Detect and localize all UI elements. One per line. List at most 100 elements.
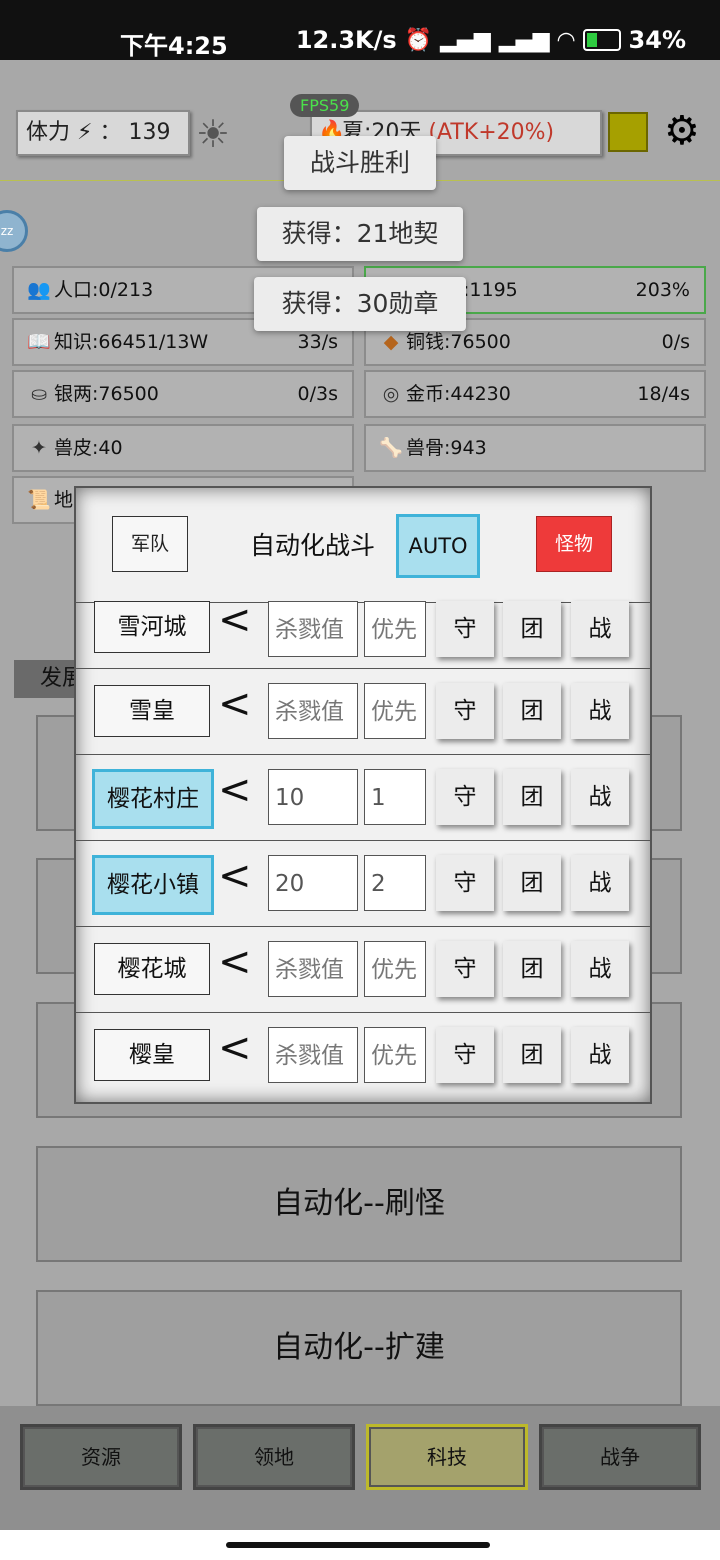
fps-counter: FPS59 bbox=[290, 94, 360, 117]
city-button[interactable]: 樱花城 bbox=[94, 943, 210, 995]
battery-percent: 34% bbox=[628, 26, 686, 54]
defend-button[interactable]: 守 bbox=[436, 855, 494, 911]
fight-button[interactable]: 战 bbox=[571, 683, 629, 739]
sleep-bubble[interactable]: zz bbox=[0, 210, 28, 252]
group-button[interactable]: 团 bbox=[503, 1027, 561, 1083]
gear-icon[interactable]: ⚙ bbox=[664, 108, 700, 154]
city-button[interactable]: 雪河城 bbox=[94, 601, 210, 653]
battery-icon bbox=[582, 29, 621, 51]
priority-input[interactable]: 优先 bbox=[364, 941, 426, 997]
auto-button[interactable]: AUTO bbox=[396, 514, 480, 578]
lightning-icon: ⚡ bbox=[77, 120, 93, 145]
monster-button[interactable]: 怪物 bbox=[536, 516, 612, 572]
chevron-left-icon[interactable]: < bbox=[218, 1025, 252, 1071]
home-indicator[interactable] bbox=[226, 1542, 490, 1548]
stamina-box: 体力 ⚡ ： 139 bbox=[16, 110, 190, 156]
auto-battle-dialog: 军队 自动化战斗 AUTO 怪物 雪河城 < 杀戮值 优先 守 团 战 雪皇 <… bbox=[74, 486, 652, 1104]
nav-war[interactable]: 战争 bbox=[539, 1424, 701, 1490]
nav-tech[interactable]: 科技 bbox=[366, 1424, 528, 1490]
resource-rate: 0/3s bbox=[297, 383, 338, 405]
status-time: 下午4:25 bbox=[120, 32, 228, 60]
kill-value-input[interactable]: 杀戮值 bbox=[268, 941, 358, 997]
city-button[interactable]: 樱花小镇 bbox=[92, 855, 214, 915]
resource-gold: ◎ 金币:44230 18/4s bbox=[364, 370, 706, 418]
group-button[interactable]: 团 bbox=[503, 683, 561, 739]
stamina-value: 139 bbox=[128, 120, 171, 145]
city-button[interactable]: 雪皇 bbox=[94, 685, 210, 737]
people-icon: 👥 bbox=[27, 279, 51, 301]
scroll-icon: 📜 bbox=[27, 489, 51, 511]
group-button[interactable]: 团 bbox=[503, 941, 561, 997]
status-right: 12.3K/s ⏰ ▂▄▆ ▂▄▆ ◠ 34% bbox=[296, 26, 686, 54]
pelt-icon: ✦ bbox=[31, 437, 47, 459]
group-button[interactable]: 团 bbox=[503, 601, 561, 657]
net-speed: 12.3K/s bbox=[295, 26, 397, 54]
dialog-header: 军队 自动化战斗 AUTO 怪物 bbox=[76, 488, 650, 600]
nav-resources[interactable]: 资源 bbox=[20, 1424, 182, 1490]
kill-value-input[interactable]: 杀戮值 bbox=[268, 601, 358, 657]
city-row: 樱皇 < 杀戮值 优先 守 团 战 bbox=[76, 1012, 650, 1099]
gift-icon[interactable] bbox=[608, 112, 648, 152]
army-button[interactable]: 军队 bbox=[112, 516, 188, 572]
chevron-left-icon[interactable]: < bbox=[218, 767, 252, 813]
fight-button[interactable]: 战 bbox=[571, 769, 629, 825]
resource-silver: ⛀ 银两:76500 0/3s bbox=[12, 370, 354, 418]
signal-icon: ▂▄▆ bbox=[440, 27, 491, 53]
city-row: 雪河城 < 杀戮值 优先 守 团 战 bbox=[76, 597, 650, 669]
toast-reward-deed: 获得：21地契 bbox=[257, 207, 463, 261]
nav-territory[interactable]: 领地 bbox=[193, 1424, 355, 1490]
alarm-icon: ⏰ bbox=[404, 27, 433, 53]
defend-button[interactable]: 守 bbox=[436, 683, 494, 739]
city-row: 樱花城 < 杀戮值 优先 守 团 战 bbox=[76, 926, 650, 1013]
priority-input[interactable]: 1 bbox=[364, 769, 426, 825]
kill-value-input[interactable]: 杀戮值 bbox=[268, 683, 358, 739]
kill-value-input[interactable]: 杀戮值 bbox=[268, 1027, 358, 1083]
card-auto-expand[interactable]: 自动化--扩建 bbox=[36, 1290, 682, 1406]
defend-button[interactable]: 守 bbox=[436, 769, 494, 825]
priority-input[interactable]: 优先 bbox=[364, 1027, 426, 1083]
resource-label: 铜钱:76500 bbox=[406, 331, 511, 353]
priority-input[interactable]: 2 bbox=[364, 855, 426, 911]
toast-victory: 战斗胜利 bbox=[284, 136, 436, 190]
city-button[interactable]: 樱花村庄 bbox=[92, 769, 214, 829]
bottom-nav: 资源 领地 科技 战争 bbox=[0, 1406, 720, 1530]
priority-input[interactable]: 优先 bbox=[364, 601, 426, 657]
chevron-left-icon[interactable]: < bbox=[218, 853, 252, 899]
defend-button[interactable]: 守 bbox=[436, 1027, 494, 1083]
resource-label: 人口:0/213 bbox=[54, 279, 154, 301]
resource-bone: 🦴 兽骨:943 bbox=[364, 424, 706, 472]
book-icon: 📖 bbox=[27, 331, 51, 353]
kill-value-input[interactable]: 10 bbox=[268, 769, 358, 825]
group-button[interactable]: 团 bbox=[503, 855, 561, 911]
fight-button[interactable]: 战 bbox=[571, 601, 629, 657]
dialog-title: 自动化战斗 bbox=[250, 531, 376, 560]
resource-label: 兽皮:40 bbox=[54, 437, 123, 459]
city-row: 樱花小镇 < 20 2 守 团 战 bbox=[76, 840, 650, 927]
chevron-left-icon[interactable]: < bbox=[218, 597, 252, 643]
priority-input[interactable]: 优先 bbox=[364, 683, 426, 739]
city-row: 樱花村庄 < 10 1 守 团 战 bbox=[76, 754, 650, 841]
card-auto-farm[interactable]: 自动化--刷怪 bbox=[36, 1146, 682, 1262]
defend-button[interactable]: 守 bbox=[436, 601, 494, 657]
gold-icon: ◎ bbox=[382, 383, 400, 405]
resource-label: 兽骨:943 bbox=[406, 437, 487, 459]
chevron-left-icon[interactable]: < bbox=[218, 681, 252, 727]
fight-button[interactable]: 战 bbox=[571, 1027, 629, 1083]
ingot-icon: ⛀ bbox=[31, 383, 47, 405]
city-button[interactable]: 樱皇 bbox=[94, 1029, 210, 1081]
chevron-left-icon[interactable]: < bbox=[218, 939, 252, 985]
stamina-sep: ： bbox=[99, 120, 122, 145]
status-bar: 下午4:25 12.3K/s ⏰ ▂▄▆ ▂▄▆ ◠ 34% bbox=[0, 0, 720, 60]
resource-label: 知识:66451/13W bbox=[54, 331, 209, 353]
group-button[interactable]: 团 bbox=[503, 769, 561, 825]
kill-value-input[interactable]: 20 bbox=[268, 855, 358, 911]
fight-button[interactable]: 战 bbox=[571, 855, 629, 911]
bone-icon: 🦴 bbox=[379, 437, 403, 459]
resource-rate: 18/4s bbox=[637, 383, 690, 405]
defend-button[interactable]: 守 bbox=[436, 941, 494, 997]
toast-reward-medal: 获得：30勋章 bbox=[254, 277, 466, 331]
sun-icon[interactable]: ☀ bbox=[196, 112, 230, 156]
resource-label: 银两:76500 bbox=[54, 383, 159, 405]
fight-button[interactable]: 战 bbox=[571, 941, 629, 997]
resource-label: 地 bbox=[54, 489, 74, 511]
